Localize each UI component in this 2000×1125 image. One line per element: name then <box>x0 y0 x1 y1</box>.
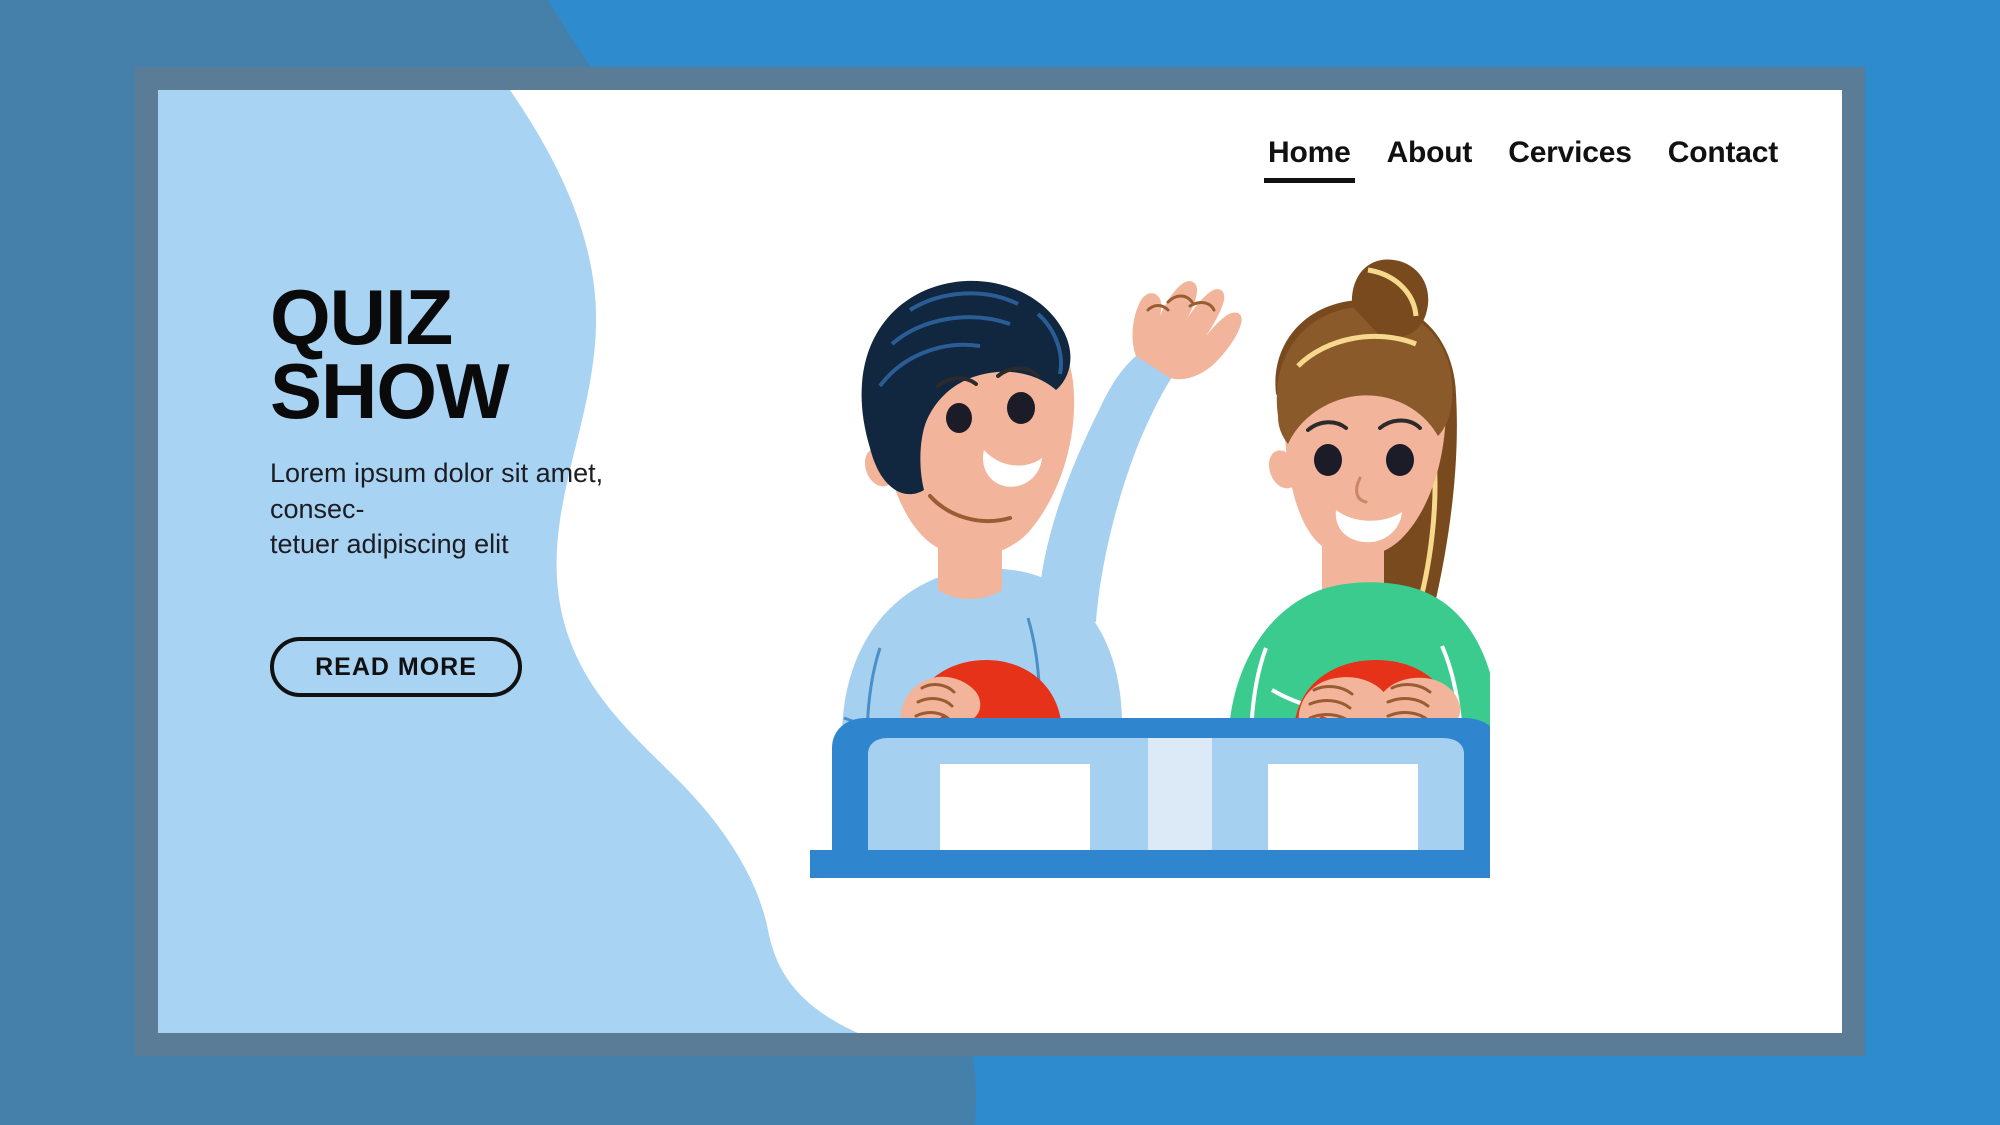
podium-divider <box>1148 738 1212 854</box>
boy-eye-right <box>1007 392 1035 424</box>
hero-subtitle: Lorem ipsum dolor sit amet, consec- tetu… <box>270 458 604 560</box>
hero-illustration <box>770 178 1490 878</box>
page-frame: Home About Cervices Contact QUIZ SHOW Lo… <box>135 67 1865 1056</box>
main-navigation: Home About Cervices Contact <box>1264 138 1782 183</box>
landing-page: Home About Cervices Contact QUIZ SHOW Lo… <box>0 0 2000 1125</box>
nav-item-about[interactable]: About <box>1383 138 1477 183</box>
girl-eye-right <box>1386 444 1414 476</box>
podium-base <box>810 850 1490 878</box>
nav-item-contact[interactable]: Contact <box>1664 138 1782 183</box>
boy-eye-left <box>946 403 972 433</box>
nav-item-home[interactable]: Home <box>1264 138 1355 183</box>
read-more-button[interactable]: READ MORE <box>270 637 522 698</box>
hero-content: QUIZ SHOW Lorem ipsum dolor sit amet, co… <box>270 273 830 698</box>
nav-item-cervices[interactable]: Cervices <box>1504 138 1636 183</box>
girl-eye-left <box>1314 444 1342 476</box>
page-card: Home About Cervices Contact QUIZ SHOW Lo… <box>158 90 1842 1033</box>
page-title: QUIZ SHOW <box>270 273 510 436</box>
